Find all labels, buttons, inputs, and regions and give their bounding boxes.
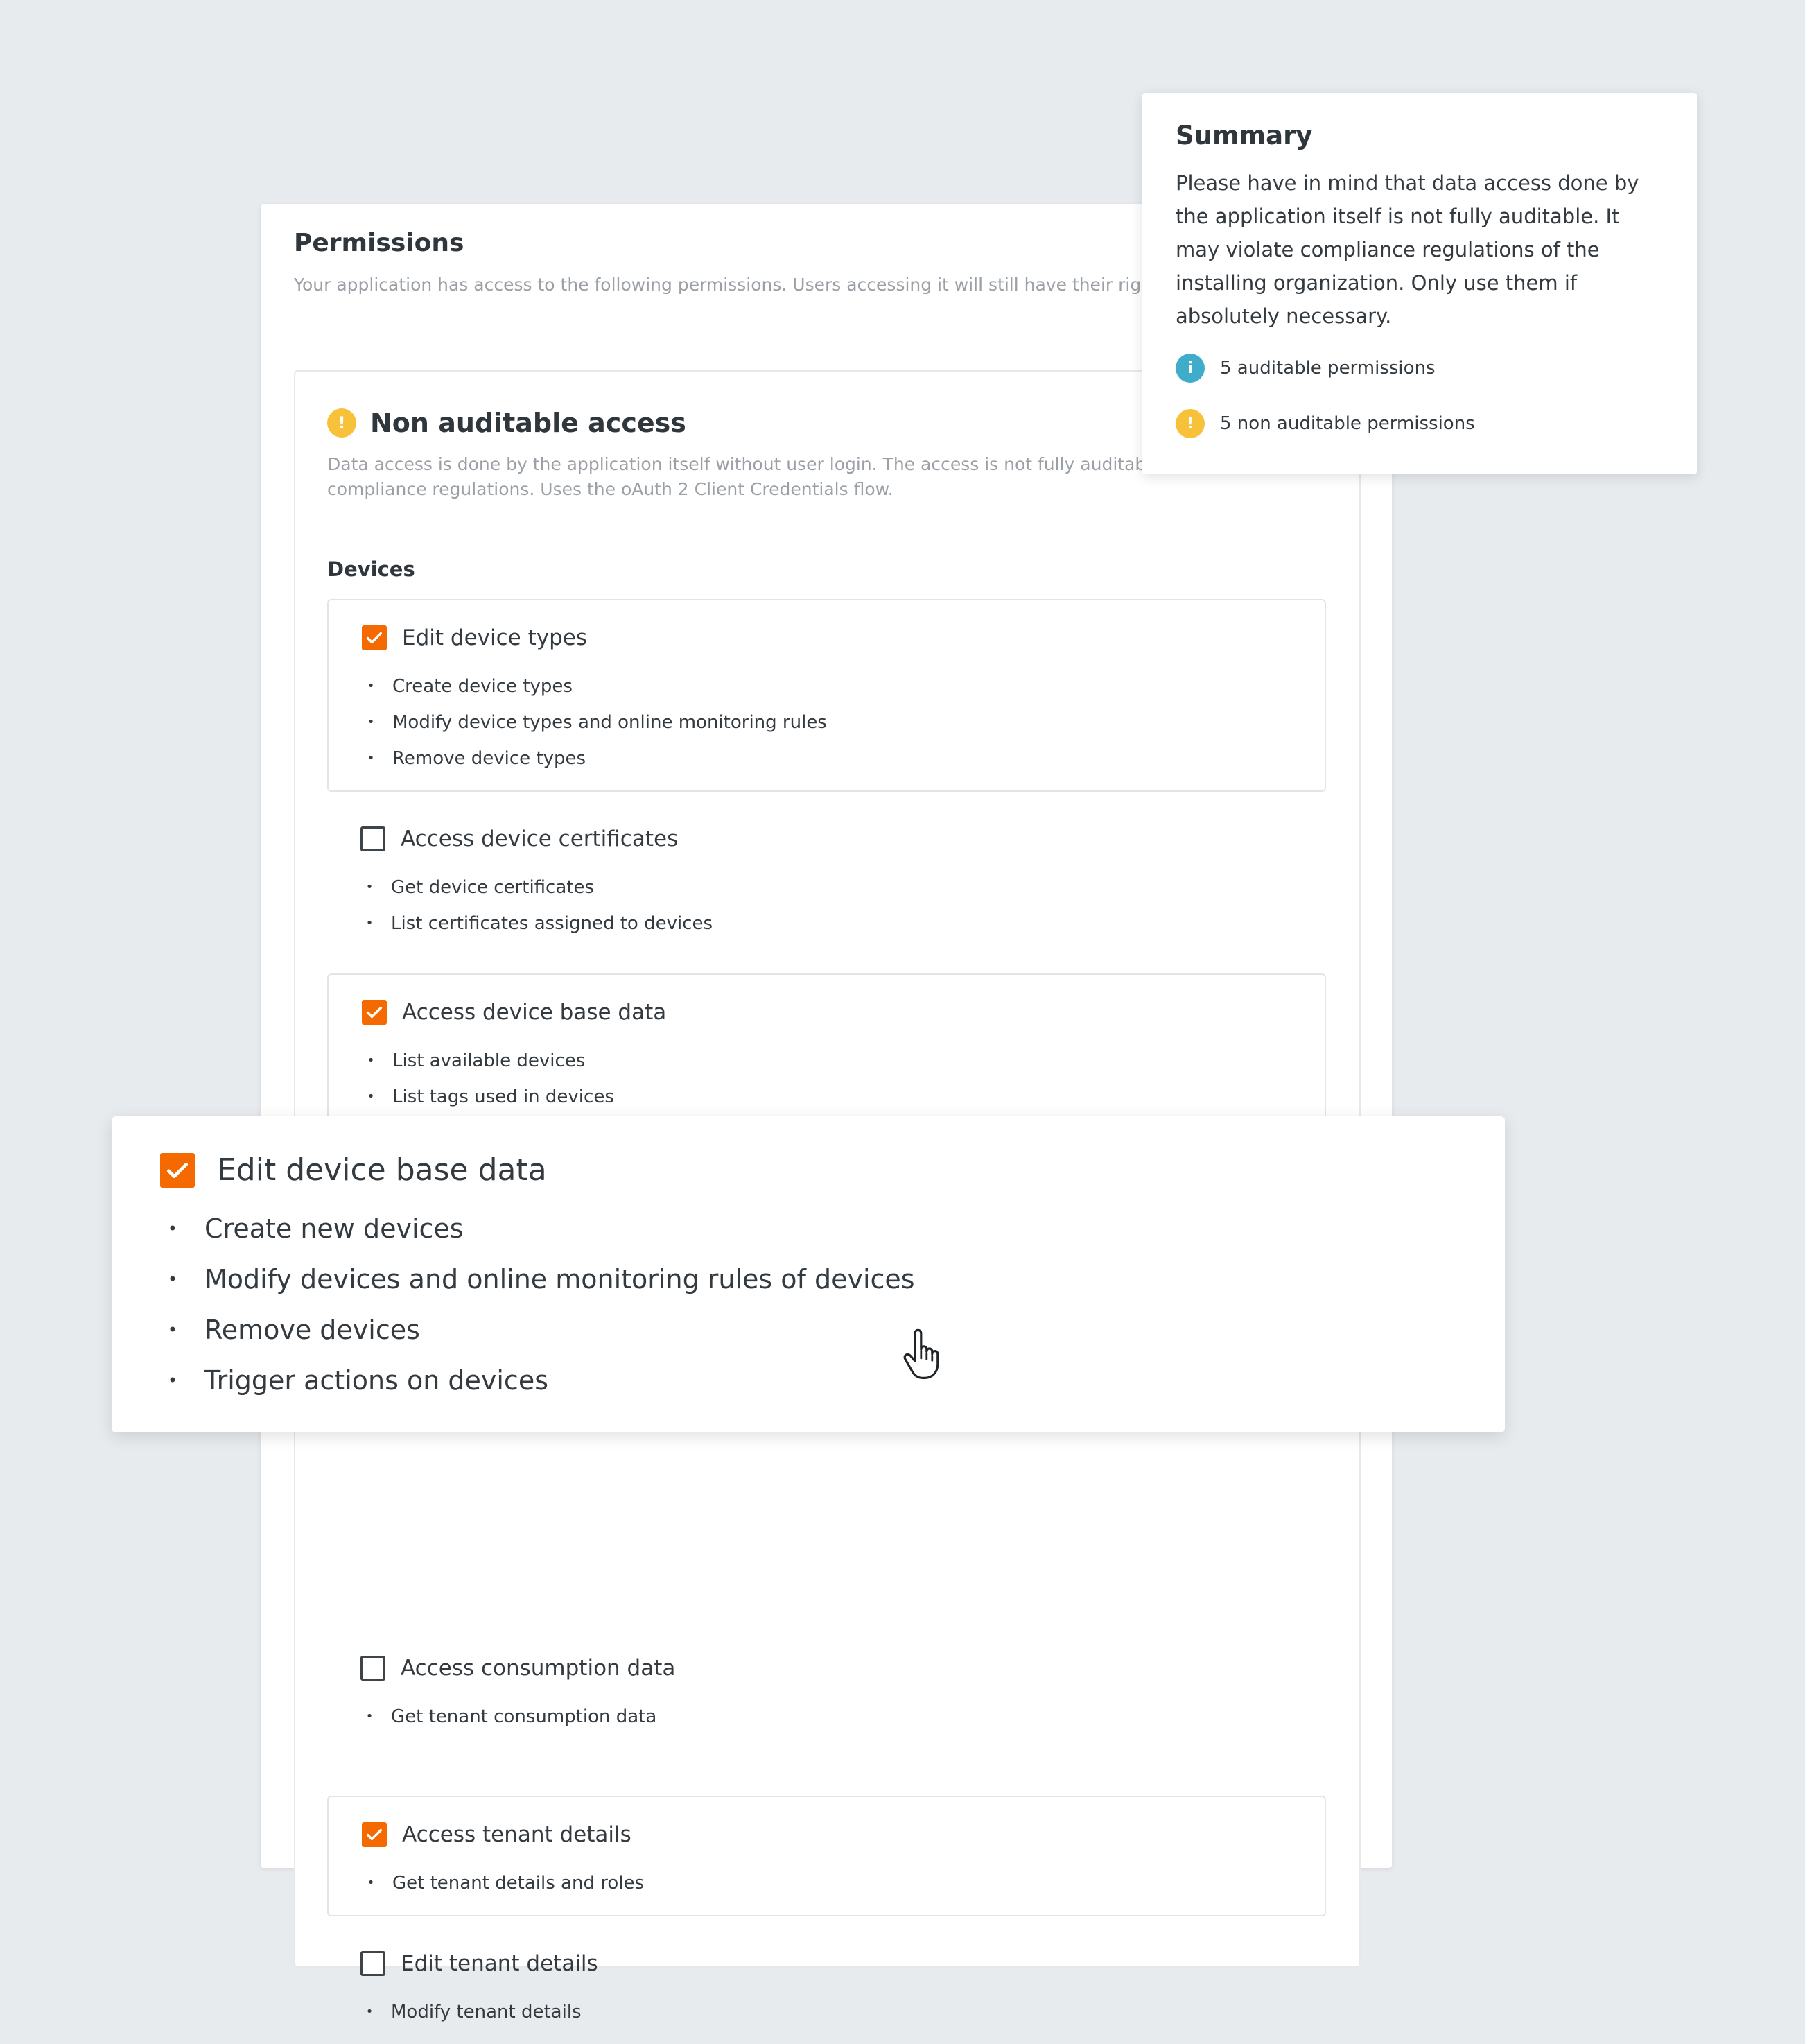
permission-access-device-certificates: Access device certificates • Get device c… [327,802,1326,954]
list-item: • Modify devices and online monitoring ru… [167,1264,915,1294]
permission-edit-device-types: Edit device types • Create device types •… [327,599,1326,792]
checkbox[interactable] [360,826,385,851]
section-title: Non auditable access [370,408,686,438]
summary-auditable-row: i 5 auditable permissions [1176,354,1436,383]
permission-access-consumption-data: Access consumption data • Get tenant cons… [327,1631,1326,1749]
section-header: ! Non auditable access [327,408,686,438]
summary-auditable-count: 5 auditable permissions [1220,358,1436,379]
permission-label[interactable]: Edit device base data [217,1152,547,1188]
group-label-devices: Devices [327,557,415,581]
check-icon [366,1006,383,1019]
page-title: Permissions [294,229,464,257]
list-item: • Get device certificates [365,877,595,898]
list-item: • List tags used in devices [367,1086,614,1107]
summary-panel: Summary Please have in mind that data ac… [1142,93,1697,474]
list-item: • Create new devices [167,1213,464,1244]
summary-non-auditable-row: ! 5 non auditable permissions [1176,409,1475,438]
checkbox[interactable] [160,1152,195,1188]
summary-title: Summary [1176,121,1313,150]
list-item: • Modify tenant details [365,2002,582,2023]
warning-icon: ! [1176,409,1205,438]
checkbox[interactable] [362,1000,387,1025]
summary-non-auditable-count: 5 non auditable permissions [1220,413,1475,434]
checkbox[interactable] [362,1822,387,1847]
hand-cursor-icon [903,1328,939,1379]
info-icon: i [1176,354,1205,383]
list-item: • Get tenant consumption data [365,1706,657,1727]
list-item: • Trigger actions on devices [167,1365,549,1396]
check-icon [366,1828,383,1841]
permission-access-device-base-data: Access device base data • List available … [327,973,1326,1140]
permission-label[interactable]: Access tenant details [402,1822,631,1847]
zoomed-permission-card: Edit device base data • Create new device… [112,1116,1505,1432]
permission-access-tenant-details: Access tenant details • Get tenant detail… [327,1796,1326,1916]
list-item: • Remove devices [167,1315,420,1345]
permission-edit-tenant-details: Edit tenant details • Modify tenant detai… [327,1926,1326,2044]
list-item: • Get tenant details and roles [367,1873,644,1894]
list-item: • List certificates assigned to devices [365,913,713,934]
checkbox[interactable] [360,1656,385,1681]
summary-text: Please have in mind that data access don… [1176,171,1639,328]
permission-label[interactable]: Edit tenant details [401,1951,598,1976]
warning-icon: ! [327,408,356,438]
checkbox[interactable] [362,625,387,650]
check-icon [366,632,383,644]
check-icon [166,1162,189,1178]
permission-label[interactable]: Access device certificates [401,826,678,851]
list-item: • Create device types [367,676,573,697]
list-item: • Remove device types [367,748,586,769]
permission-label[interactable]: Access device base data [402,1000,666,1025]
permission-label[interactable]: Edit device types [402,625,587,650]
permission-label[interactable]: Access consumption data [401,1656,675,1681]
list-item: • List available devices [367,1050,586,1071]
list-item: • Modify device types and online monitori… [367,712,827,733]
checkbox[interactable] [360,1951,385,1976]
